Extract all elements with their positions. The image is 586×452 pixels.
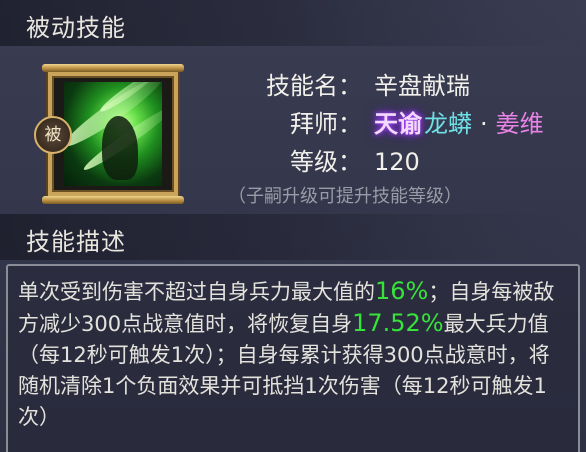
description-value-2: 17.52% xyxy=(352,309,444,337)
skill-description-box: 单次受到伤害不超过自身兵力最大值的16%；自身每被敌方减少300点战意值时，将恢… xyxy=(6,264,580,452)
skill-level-label: 等级 xyxy=(290,148,338,176)
master-title-badge: 天谕 xyxy=(374,110,422,138)
scroll-rod-bottom xyxy=(42,196,184,204)
skill-description-title: 技能描述 xyxy=(26,228,126,256)
skill-level-row: 等级： 120 xyxy=(242,142,420,177)
master-name-2: 姜维 xyxy=(495,110,544,138)
level-up-hint: （子嗣升级可提升技能等级） xyxy=(228,186,462,207)
colon: ： xyxy=(338,148,362,176)
colon: ： xyxy=(338,110,362,138)
master-separator: · xyxy=(480,110,488,138)
skill-master-label: 拜师 xyxy=(290,110,338,138)
green-spirit-skill-icon xyxy=(64,82,162,186)
skill-name-row: 技能名： 辛盘献瑞 xyxy=(242,66,470,101)
skill-master-row: 拜师： 天谕龙蟒 · 姜维 xyxy=(242,104,544,139)
passive-skill-header: 被动技能 xyxy=(0,0,586,46)
skill-description-header: 技能描述 xyxy=(0,214,586,260)
colon: ： xyxy=(338,72,362,100)
skill-detail-panel: 被动技能 被 技能名： 辛盘献瑞 拜师： 天谕龙蟒 · 姜维 等级： 120 （子嗣升级可… xyxy=(0,0,586,452)
description-value-1: 16% xyxy=(375,277,429,305)
scroll-rod-top xyxy=(42,64,184,72)
skill-description-text: 单次受到伤害不超过自身兵力最大值的16%；自身每被敌方减少300点战意值时，将恢… xyxy=(18,276,570,433)
skill-name-value: 辛盘献瑞 xyxy=(374,72,470,100)
passive-badge: 被 xyxy=(34,116,72,154)
passive-skill-title: 被动技能 xyxy=(26,14,126,42)
skill-name-label: 技能名 xyxy=(266,72,338,100)
skill-level-value: 120 xyxy=(374,148,420,176)
master-name-1: 龙蟒 xyxy=(424,110,472,138)
description-part-1: 单次受到伤害不超过自身兵力最大值的 xyxy=(18,280,375,304)
